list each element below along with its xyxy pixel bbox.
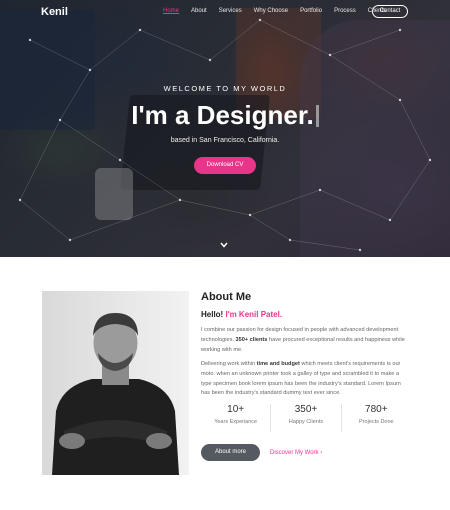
site-logo[interactable]: Kenil [41,6,68,18]
stat-projects: 780+ Projects Done [342,404,411,432]
download-cv-button[interactable]: Download CV [194,157,256,174]
chevron-down-icon[interactable] [220,242,228,250]
hero-section: Kenil Home About Services Why Choose Por… [0,0,450,257]
hero-headline: I'm a Designer. [0,100,450,131]
hero-subtitle: based in San Francisco, California. [170,137,280,144]
stat-clients: 350+ Happy Clients [271,404,342,432]
para2-text-a: Delivering work within [201,361,256,367]
contact-button[interactable]: Contact [372,5,408,18]
about-title: About Me [201,291,252,303]
stat-years: 10+ Years Experiance [201,404,272,432]
typing-cursor [315,105,319,127]
about-paragraph-2: Delivering work within time and budget w… [201,360,411,399]
nav-link-about[interactable]: About [191,8,207,14]
nav-link-services[interactable]: Services [219,8,242,14]
profile-photo [42,291,189,475]
nav-links: Home About Services Why Choose Portfolio… [163,8,398,14]
nav-link-process[interactable]: Process [334,8,356,14]
stat-label: Years Experiance [214,419,258,425]
discover-work-link[interactable]: Discover My Work › [270,450,322,456]
discover-work-label: Discover My Work [270,450,319,456]
stat-label: Happy Clients [288,419,324,425]
about-more-button[interactable]: About more [201,444,260,461]
stat-value: 780+ [365,404,388,415]
hero-welcome: WELCOME TO MY WORLD [163,84,287,93]
chevron-right-icon: › [320,450,323,456]
about-greeting: Hello! I'm Kenil Patel. [201,310,282,319]
about-paragraph-1: I combine our passion for design focused… [201,326,411,355]
stat-label: Projects Done [359,419,394,425]
stat-value: 10+ [227,404,245,415]
nav-link-home[interactable]: Home [163,8,179,14]
nav-link-why-choose[interactable]: Why Choose [254,8,288,14]
para1-bold: 350+ clients [235,336,268,343]
stats-row: 10+ Years Experiance 350+ Happy Clients … [201,404,411,432]
hero-headline-text: I'm a Designer. [131,100,314,130]
greeting-prefix: Hello! [201,310,224,319]
nav-link-portfolio[interactable]: Portfolio [300,8,322,14]
greeting-name: I'm Kenil Patel. [225,310,283,319]
para2-bold: time and budget [256,361,300,367]
top-nav: Kenil Home About Services Why Choose Por… [0,0,450,24]
stat-value: 350+ [294,404,318,415]
